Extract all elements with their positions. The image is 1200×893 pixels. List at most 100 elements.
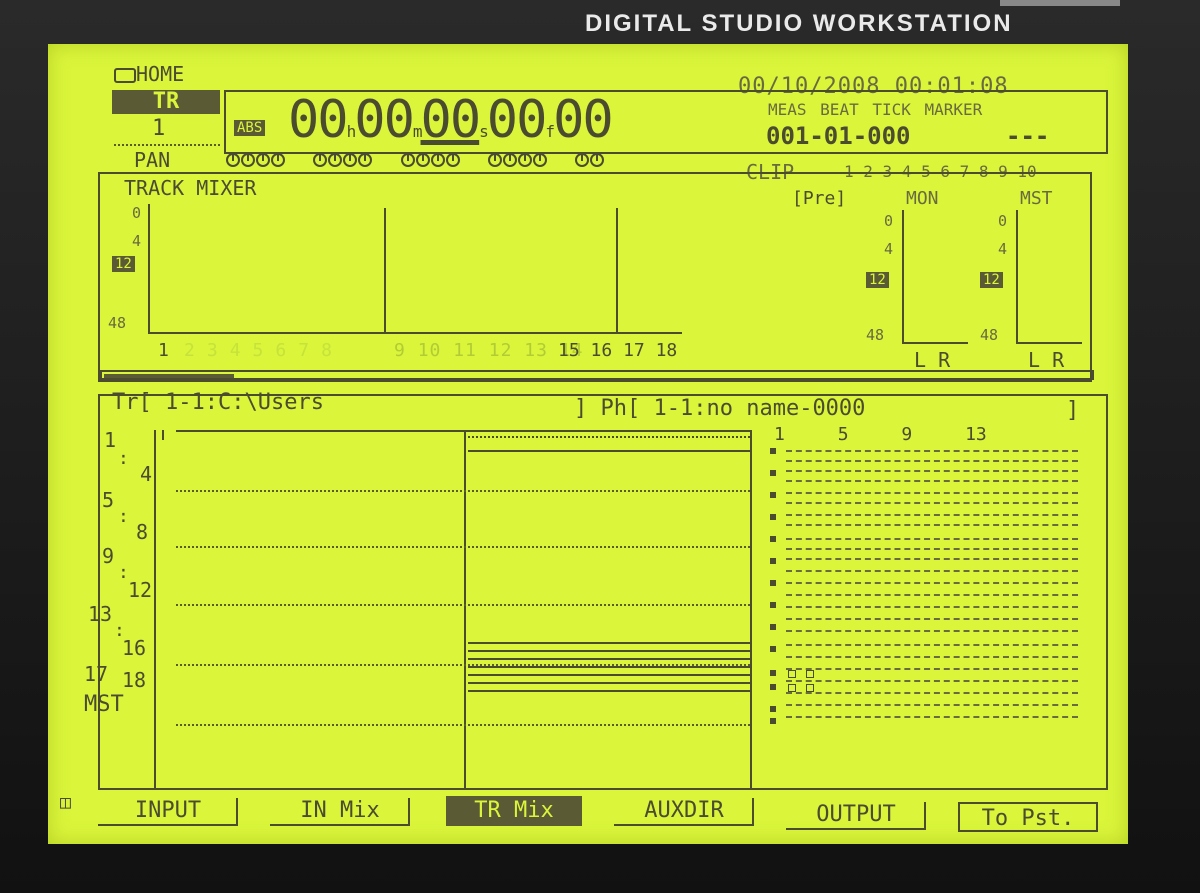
tab-input[interactable]: INPUT	[98, 796, 238, 826]
lcd-screen: HOME 00/10/2008 00:01:08 TR 1 ABS 00h00m…	[48, 44, 1128, 844]
pan-knob-icon[interactable]	[415, 153, 430, 167]
pre-label: [Pre]	[792, 188, 847, 209]
mst-meter-axis	[1016, 210, 1018, 342]
time-display: 00h00m00s00f00	[288, 90, 614, 150]
meter-track-8: 8	[321, 340, 344, 361]
routing-matrix[interactable]	[766, 444, 1082, 724]
track-top	[176, 430, 750, 432]
matrix-col-1: 1	[774, 424, 785, 445]
tab-tr-mix[interactable]: TR Mix	[446, 796, 582, 826]
meter-track-15: 15	[558, 340, 580, 361]
pan-knob-icon[interactable]	[226, 153, 240, 167]
track-number: 1	[152, 116, 166, 141]
tick-label: TICK	[872, 100, 911, 119]
meter-track-9: 9	[394, 340, 406, 361]
abs-badge: ABS	[234, 120, 266, 136]
track-label-17: 17	[84, 662, 109, 686]
pan-knob-icon[interactable]	[256, 153, 270, 167]
mst-label: MST	[1020, 188, 1053, 209]
track-label-sep: :	[118, 506, 129, 527]
meter-track-10: 10	[417, 340, 442, 361]
tab-auxdir[interactable]: AUXDIR	[614, 796, 754, 826]
pan-knob-icon[interactable]	[358, 153, 373, 167]
tab-to-pst[interactable]: To Pst.	[958, 802, 1098, 832]
pan-knob-icon[interactable]	[575, 153, 590, 167]
track-row-divider	[176, 604, 750, 606]
pan-knob-icon[interactable]	[590, 153, 605, 167]
pan-knob-icon[interactable]	[328, 153, 343, 167]
track-label-1: 1	[104, 428, 117, 452]
mixer-scrollbar-thumb[interactable]	[104, 374, 234, 378]
pan-knob-icon[interactable]	[445, 153, 460, 167]
pan-knob-icon[interactable]	[502, 153, 517, 167]
seconds-unit: s	[479, 122, 489, 141]
mst-scale-0: 0	[998, 212, 1008, 230]
cursor-right[interactable]	[750, 430, 752, 790]
meter-tracks-dim-2: 9 10 11 12 13 14	[394, 340, 584, 361]
matrix-col-5: 5	[837, 424, 849, 445]
matrix-columns: 1 5 9 13	[774, 424, 987, 445]
ph-info[interactable]: ] Ph[ 1-1:no name-0000	[574, 396, 865, 421]
phrase-block[interactable]	[468, 436, 750, 452]
marker-label: MARKER	[924, 100, 983, 119]
track-label-18: 18	[122, 668, 147, 692]
pan-knob-icon[interactable]	[487, 153, 502, 167]
mst-lr: L R	[1028, 348, 1065, 372]
brand-bar	[1000, 0, 1120, 6]
scale-12: 12	[112, 256, 135, 272]
meter-divider	[616, 208, 618, 332]
meter-track-3: 3	[206, 340, 230, 361]
pan-knob-icon[interactable]	[532, 153, 547, 167]
pan-knob-icon[interactable]	[313, 153, 328, 167]
pan-label: PAN	[134, 148, 171, 172]
minutes-unit: m	[412, 122, 423, 141]
track-row-divider	[176, 724, 750, 726]
tab-input-label: INPUT	[134, 798, 202, 823]
mon-scale-0: 0	[884, 212, 894, 230]
ph-label: Ph[	[600, 396, 641, 421]
track-label-12: 12	[128, 578, 153, 602]
mon-label: MON	[906, 188, 939, 209]
track-label-16: 16	[122, 636, 147, 660]
meter-track-6: 6	[275, 340, 299, 361]
tab-tr-mix-label: TR Mix	[474, 798, 554, 823]
start-marker-icon	[162, 430, 174, 440]
pan-knob-icon[interactable]	[430, 153, 445, 167]
meter-track-5: 5	[252, 340, 276, 361]
meas-label: MEAS	[768, 100, 807, 119]
home-label: HOME	[136, 62, 185, 86]
time-frames: 00	[486, 90, 548, 150]
mst-scale-4: 4	[998, 240, 1008, 258]
track-axis	[154, 430, 156, 790]
divider	[114, 144, 220, 146]
time-minutes: 00	[354, 90, 415, 150]
home-indicator[interactable]: HOME	[114, 62, 184, 86]
beat-label: BEAT	[820, 100, 859, 119]
meter-axis	[148, 204, 150, 332]
ph-value: 1-1:no name-0000	[653, 396, 866, 421]
pan-knob-icon[interactable]	[400, 153, 415, 167]
meter-track-11: 11	[453, 340, 477, 361]
pan-knobs[interactable]	[226, 152, 706, 170]
pan-knob-icon[interactable]	[271, 153, 285, 167]
tr-label: Tr[	[112, 390, 152, 415]
mixer-scrollbar[interactable]	[100, 370, 1094, 380]
meter-track-4: 4	[229, 340, 253, 361]
meter-divider	[384, 208, 386, 332]
tab-output[interactable]: OUTPUT	[786, 800, 926, 830]
meter-tracks-dim: 2345678	[184, 340, 344, 361]
mon-meter-axis	[902, 210, 904, 342]
track-label-4: 4	[140, 462, 153, 486]
brand-label: DIGITAL STUDIO WORKSTATION	[585, 10, 1013, 37]
tab-in-mix[interactable]: IN Mix	[270, 796, 410, 826]
pan-knob-icon[interactable]	[241, 153, 255, 167]
pan-knob-icon[interactable]	[517, 153, 532, 167]
tr-info[interactable]: Tr[ 1-1:C:\Users	[112, 390, 324, 415]
scale-48: 48	[108, 314, 127, 332]
pan-knob-icon[interactable]	[343, 153, 358, 167]
phrase-block[interactable]	[468, 642, 750, 692]
cursor-left[interactable]	[464, 430, 466, 790]
mon-meter-base	[902, 342, 968, 344]
frames-unit: f	[545, 122, 555, 141]
mode-badge[interactable]: TR	[112, 90, 220, 114]
